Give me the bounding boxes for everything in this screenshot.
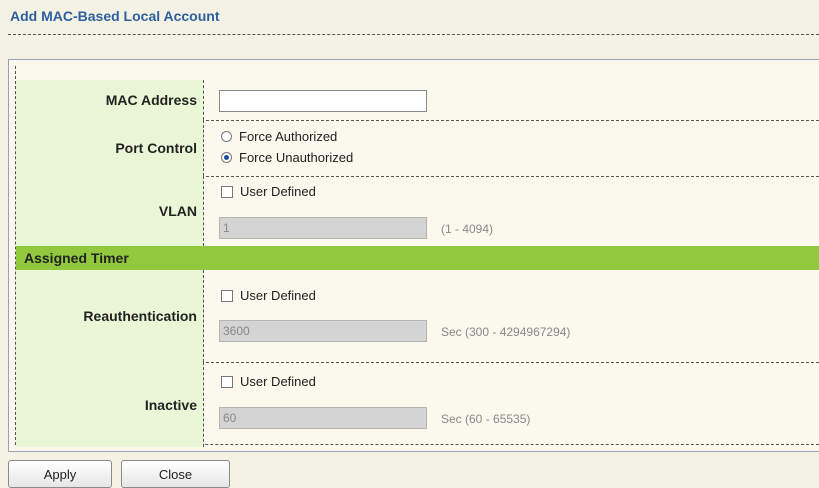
apply-button[interactable]: Apply [8, 460, 112, 488]
vlan-user-defined-label: User Defined [240, 184, 316, 199]
close-button[interactable]: Close [121, 460, 230, 488]
mac-address-input[interactable] [219, 90, 427, 112]
vlan-label: VLAN [16, 176, 204, 246]
port-control-row: Port Control Force Authorized Force Unau… [16, 120, 819, 177]
force-unauthorized-option[interactable]: Force Unauthorized [221, 150, 353, 165]
vlan-row: VLAN User Defined (1 - 4094) [16, 176, 819, 246]
reauth-user-defined-label: User Defined [240, 288, 316, 303]
reauthentication-label: Reauthentication [16, 270, 204, 362]
force-unauthorized-radio[interactable] [221, 152, 232, 163]
inactive-user-defined-label: User Defined [240, 374, 316, 389]
vlan-range: (1 - 4094) [441, 222, 494, 236]
force-authorized-radio[interactable] [221, 131, 232, 142]
mac-address-label: MAC Address [16, 80, 204, 120]
vlan-user-defined-option[interactable]: User Defined [221, 184, 316, 199]
vlan-user-defined-checkbox[interactable] [221, 185, 233, 198]
inactive-range: Sec (60 - 65535) [441, 412, 531, 426]
reauth-user-defined-option[interactable]: User Defined [221, 288, 316, 303]
force-unauthorized-label: Force Unauthorized [239, 150, 354, 165]
inactive-user-defined-option[interactable]: User Defined [221, 374, 316, 389]
vlan-input[interactable] [219, 217, 427, 239]
inactive-input[interactable] [219, 407, 427, 429]
page-title: Add MAC-Based Local Account [10, 8, 220, 24]
mac-address-row: MAC Address [16, 80, 819, 121]
force-authorized-label: Force Authorized [239, 129, 338, 144]
reauthentication-input[interactable] [219, 320, 427, 342]
reauthentication-row: Reauthentication User Defined Sec (300 -… [16, 270, 819, 363]
port-control-label: Port Control [16, 120, 204, 176]
inactive-user-defined-checkbox[interactable] [221, 375, 233, 388]
reauthentication-range: Sec (300 - 4294967294) [441, 325, 571, 339]
force-authorized-option[interactable]: Force Authorized [221, 129, 337, 144]
title-divider [8, 34, 819, 35]
assigned-timer-header: Assigned Timer [16, 246, 819, 270]
account-form: MAC Address Port Control Force Authorize… [8, 59, 819, 452]
form-table: MAC Address Port Control Force Authorize… [15, 66, 819, 447]
reauth-user-defined-checkbox[interactable] [221, 289, 233, 302]
inactive-row: Inactive User Defined Sec (60 - 65535) [16, 362, 819, 447]
inactive-label: Inactive [16, 362, 204, 447]
